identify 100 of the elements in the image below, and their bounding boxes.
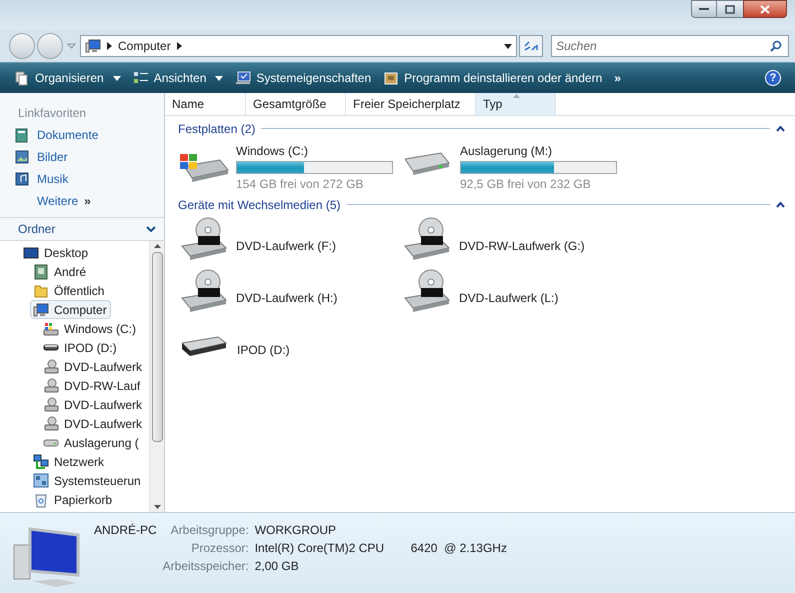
refresh-button[interactable]: [519, 35, 543, 57]
chevron-down-icon: [146, 226, 156, 232]
computer-icon: [33, 302, 49, 318]
detail-value: Intel(R) Core(TM)2 CPU 6420 @ 2.13GHz: [254, 540, 507, 556]
tree-item[interactable]: Öffentlich: [30, 281, 108, 300]
breadcrumb-arrow-icon: [107, 42, 112, 50]
favorite-link[interactable]: Musik: [0, 168, 164, 190]
drive-name: DVD-Laufwerk (L:): [459, 290, 558, 307]
tree-item[interactable]: DVD-Laufwerk: [40, 357, 146, 376]
minimize-icon: [699, 7, 709, 11]
collapse-icon[interactable]: [776, 202, 785, 208]
drive-tile[interactable]: Auslagerung (M:) 92,5 GB frei von 232 GB: [401, 140, 624, 192]
programs-icon: [383, 70, 400, 86]
detail-value: 2,00 GB: [254, 558, 300, 574]
drive-tile[interactable]: DVD-Laufwerk (F:): [178, 216, 401, 268]
minimize-button[interactable]: [691, 0, 717, 18]
favorite-link[interactable]: Bilder: [0, 146, 164, 168]
desktop-icon: [23, 244, 39, 260]
dvd-drive-icon: [43, 396, 59, 412]
drive-name: Windows (C:): [236, 143, 310, 160]
tree-item[interactable]: IPOD (D:): [40, 338, 121, 357]
drive-name: IPOD (D:): [237, 342, 290, 359]
column-header[interactable]: Gesamtgröße: [246, 93, 346, 115]
dvd-drive-icon: [401, 268, 453, 312]
tree-item[interactable]: Papierkorb: [30, 490, 116, 509]
search-field[interactable]: Suchen: [556, 37, 770, 55]
music-icon: [14, 171, 30, 187]
tree-item[interactable]: Systemsteuerun: [30, 471, 145, 490]
user-folder-icon: [33, 264, 49, 280]
dvd-drive-icon: [43, 416, 59, 432]
toolbar-button[interactable]: Systemeigenschaften: [235, 66, 372, 90]
address-field[interactable]: Computer: [80, 35, 517, 57]
scrollbar[interactable]: [149, 241, 164, 512]
tree-item[interactable]: Windows (C:): [40, 319, 140, 338]
detail-label: Arbeitsspeicher:: [162, 558, 249, 574]
scroll-down-icon: [154, 505, 160, 509]
dvd-drive-icon: [43, 378, 59, 394]
column-header[interactable]: Name: [165, 93, 246, 115]
free-space-text: 92,5 GB frei von 232 GB: [460, 176, 592, 193]
toolbar-button[interactable]: Organisieren: [14, 66, 121, 90]
close-icon: [760, 4, 770, 14]
column-header[interactable]: Typ: [476, 93, 556, 115]
removable-drive-icon: [182, 336, 227, 357]
dropdown-caret-icon: [504, 44, 512, 48]
favorite-link[interactable]: Dokumente: [0, 124, 164, 146]
more-button[interactable]: »: [614, 69, 621, 87]
group-heading[interactable]: Geräte mit Wechselmedien (5): [178, 196, 341, 214]
drive-name: DVD-Laufwerk (F:): [236, 238, 336, 255]
more-link[interactable]: Weitere »: [0, 190, 164, 212]
section-heading: Linkfavoriten: [18, 106, 86, 120]
tree-item[interactable]: Netzwerk: [30, 452, 108, 471]
group-heading[interactable]: Festplatten (2): [178, 120, 256, 138]
organize-icon: [14, 70, 30, 86]
drive-tile[interactable]: Windows (C:) 154 GB frei von 272 GB: [178, 140, 401, 192]
collapse-icon[interactable]: [776, 126, 785, 132]
recycle-bin-icon: [33, 492, 49, 508]
drive-tile[interactable]: IPOD (D:): [178, 320, 401, 372]
dvd-drive-icon: [178, 216, 230, 260]
search-icon: [770, 40, 782, 52]
hard-drive-icon: [43, 438, 59, 446]
scroll-thumb[interactable]: [152, 252, 162, 442]
computer-name: ANDRÉ-PC: [94, 522, 157, 538]
drive-tile[interactable]: DVD-Laufwerk (L:): [401, 268, 624, 320]
tree-item[interactable]: Computer: [30, 300, 111, 319]
control-panel-icon: [33, 472, 49, 488]
free-space-text: 154 GB frei von 272 GB: [236, 176, 364, 193]
tree-item[interactable]: DVD-RW-Lauf: [40, 376, 144, 395]
computer-icon: [85, 38, 101, 54]
tree-item[interactable]: DVD-Laufwerk: [40, 395, 146, 414]
drive-name: Auslagerung (M:): [460, 143, 554, 160]
scroll-up-icon: [154, 244, 160, 248]
network-icon: [33, 454, 49, 470]
drive-name: DVD-Laufwerk (H:): [236, 290, 338, 307]
refresh-icon: [524, 41, 538, 51]
windows-drive-icon: [43, 320, 59, 336]
search-box[interactable]: Suchen: [551, 35, 789, 57]
drive-tile[interactable]: DVD-RW-Laufwerk (G:): [401, 216, 624, 268]
detail-value: WORKGROUP: [254, 522, 338, 538]
help-button[interactable]: ?: [765, 70, 781, 86]
system-properties-icon: [235, 70, 252, 86]
detail-label: Prozessor:: [190, 540, 249, 556]
tree-item[interactable]: DVD-Laufwerk: [40, 414, 146, 433]
dvd-drive-icon: [43, 358, 59, 374]
toolbar-button[interactable]: Ansichten: [132, 66, 224, 90]
toolbar-button[interactable]: Programm deinstallieren oder ändern: [383, 66, 602, 90]
drive-tile[interactable]: DVD-Laufwerk (H:): [178, 268, 401, 320]
maximize-icon: [725, 4, 735, 14]
detail-label: Arbeitsgruppe:: [170, 522, 249, 538]
tree-item[interactable]: Desktop: [20, 243, 92, 262]
close-button[interactable]: [743, 0, 787, 18]
tree-item[interactable]: André: [30, 262, 90, 281]
dvd-drive-icon: [178, 268, 230, 312]
dvd-drive-icon: [401, 216, 453, 260]
breadcrumb-arrow-icon: [176, 42, 182, 50]
tree-item[interactable]: Auslagerung (: [40, 433, 143, 452]
views-icon: [132, 70, 149, 86]
dropdown-caret-icon: [67, 43, 76, 49]
maximize-button[interactable]: [717, 0, 743, 18]
breadcrumb-item[interactable]: Computer: [118, 37, 171, 55]
removable-drive-icon: [43, 344, 59, 351]
